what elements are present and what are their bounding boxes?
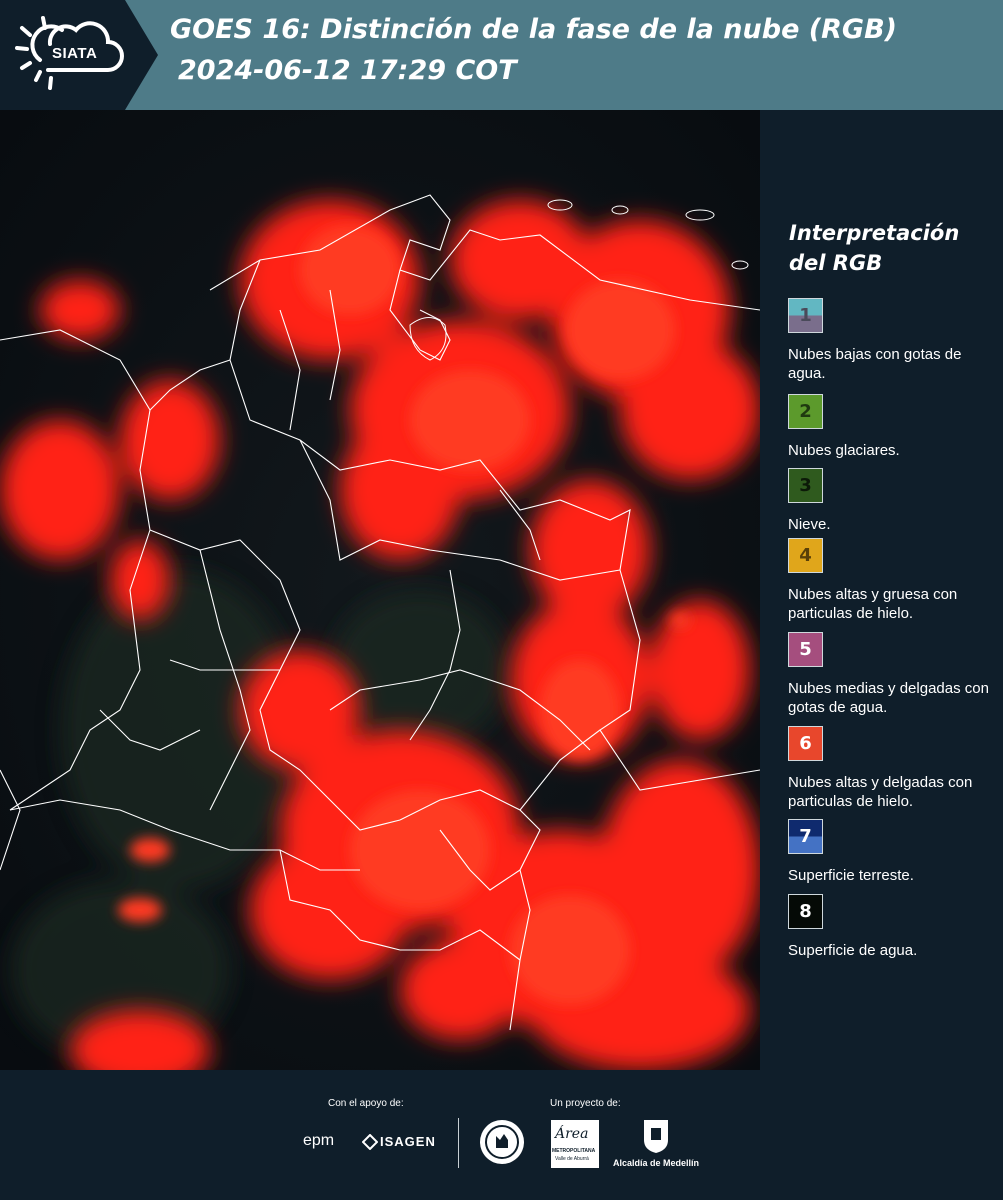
page-timestamp: 2024-06-12 17:29 COT [178, 55, 517, 86]
legend-swatch: 2 [788, 394, 823, 429]
legend-label: Nubes altas y delgadas con particulas de… [788, 774, 973, 810]
legend-swatch: 4 [788, 538, 823, 573]
footer: Con el apoyo de: Un proyecto de: epm ISA… [0, 1070, 1003, 1200]
legend-label: Nubes altas y gruesa con particulas de h… [788, 586, 958, 622]
alcaldia-shield-icon [642, 1118, 670, 1158]
legend-swatch: 8 [788, 894, 823, 929]
legend-title-line1: Interpretación [789, 221, 960, 245]
legend-swatch: 1 [788, 298, 823, 333]
footer-divider [458, 1118, 459, 1168]
siata-logo: SIATA [0, 0, 158, 110]
support-label: Con el apoyo de: [328, 1098, 404, 1109]
legend-item-4: 4 Nubes altas y gruesa con particulas de… [788, 538, 998, 623]
legend-label: Superficie terreste. [788, 867, 914, 884]
project-label: Un proyecto de: [550, 1098, 621, 1109]
legend-swatch: 5 [788, 632, 823, 667]
legend-swatch: 7 [788, 819, 823, 854]
logo-wordmark: SIATA [52, 45, 98, 62]
legend-item-2: 2 Nubes glaciares. [788, 394, 998, 460]
legend-item-1: 1 Nubes bajas con gotas de agua. [788, 298, 998, 383]
legend-label: Nubes bajas con gotas de agua. [788, 346, 962, 382]
legend-panel: Interpretación del RGB 1 Nubes bajas con… [760, 110, 1003, 1070]
valle-text: Valle de Aburrá [555, 1156, 589, 1162]
legend-item-3: 3 Nieve. [788, 468, 998, 534]
epm-logo: epm [303, 1132, 335, 1149]
seal-logo [478, 1118, 526, 1170]
legend-label: Superficie de agua. [788, 942, 918, 959]
metropolitana-text: METROPOLITANA [552, 1148, 596, 1154]
rgb-composite-image [0, 110, 760, 1070]
legend-title-line2: del RGB [789, 251, 883, 275]
legend-title: Interpretación del RGB [789, 218, 989, 278]
isagen-icon [361, 1133, 379, 1154]
legend-item-7: 7 Superficie terreste. [788, 819, 998, 885]
legend-item-8: 8 Superficie de agua. [788, 894, 998, 960]
alcaldia-logo: Alcaldía de Medellín [613, 1158, 700, 1168]
area-wordmark: Área [555, 1126, 589, 1142]
satellite-map[interactable] [0, 110, 760, 1070]
legend-label: Nubes medias y delgadas con gotas de agu… [788, 680, 989, 716]
legend-label: Nieve. [788, 516, 831, 533]
header-bar: SIATA GOES 16: Distinción de la fase de … [0, 0, 1003, 110]
legend-item-6: 6 Nubes altas y delgadas con particulas … [788, 726, 998, 811]
legend-label: Nubes glaciares. [788, 442, 900, 459]
legend-swatch: 3 [788, 468, 823, 503]
isagen-logo: ISAGEN [380, 1134, 436, 1149]
legend-swatch: 6 [788, 726, 823, 761]
legend-item-5: 5 Nubes medias y delgadas con gotas de a… [788, 632, 998, 717]
area-metropolitana-logo: Área METROPOLITANA Valle de Aburrá [551, 1120, 599, 1168]
page-title: GOES 16: Distinción de la fase de la nub… [170, 14, 897, 45]
